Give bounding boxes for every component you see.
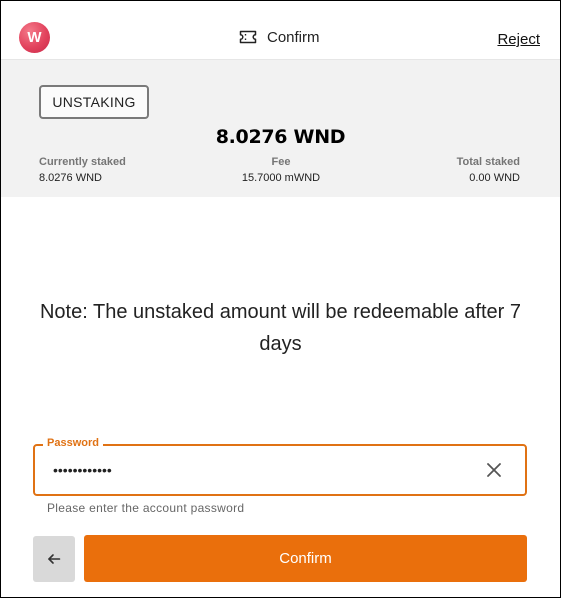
confirm-button[interactable]: Confirm <box>84 535 527 582</box>
app-logo: W <box>19 22 50 53</box>
currently-staked-value: 8.0276 WND <box>39 172 102 184</box>
password-label: Password <box>43 437 103 449</box>
currently-staked-label: Currently staked <box>39 156 126 168</box>
password-field: Password <box>33 437 527 496</box>
fee: Fee 15.7000 mWND <box>201 156 361 184</box>
password-input[interactable] <box>53 460 473 480</box>
back-button[interactable] <box>33 536 75 582</box>
transaction-summary: UNSTAKING 8.0276 WND Currently staked 8.… <box>1 60 560 197</box>
total-staked: Total staked 0.00 WND <box>457 156 520 184</box>
fee-label: Fee <box>271 156 291 168</box>
unstake-amount: 8.0276 WND <box>215 126 346 148</box>
redeem-note: Note: The unstaked amount will be redeem… <box>39 301 522 355</box>
clear-icon[interactable] <box>485 461 503 479</box>
fee-value: 15.7000 mWND <box>241 172 321 184</box>
currently-staked: Currently staked 8.0276 WND <box>39 156 126 184</box>
reject-link[interactable]: Reject <box>497 31 540 48</box>
password-helper-text: Please enter the account password <box>47 501 245 515</box>
confirm-window: W Confirm Reject UNSTAKING 8.0276 WND Cu… <box>0 0 561 598</box>
page-title: Confirm <box>267 28 320 46</box>
ticket-icon <box>239 30 257 44</box>
action-badge: UNSTAKING <box>39 85 149 119</box>
total-staked-value: 0.00 WND <box>469 172 520 184</box>
header: W Confirm Reject <box>1 1 560 60</box>
arrow-left-icon <box>48 554 61 564</box>
total-staked-label: Total staked <box>456 156 520 168</box>
header-title: Confirm <box>239 26 320 48</box>
logo-letter: W <box>27 29 42 46</box>
